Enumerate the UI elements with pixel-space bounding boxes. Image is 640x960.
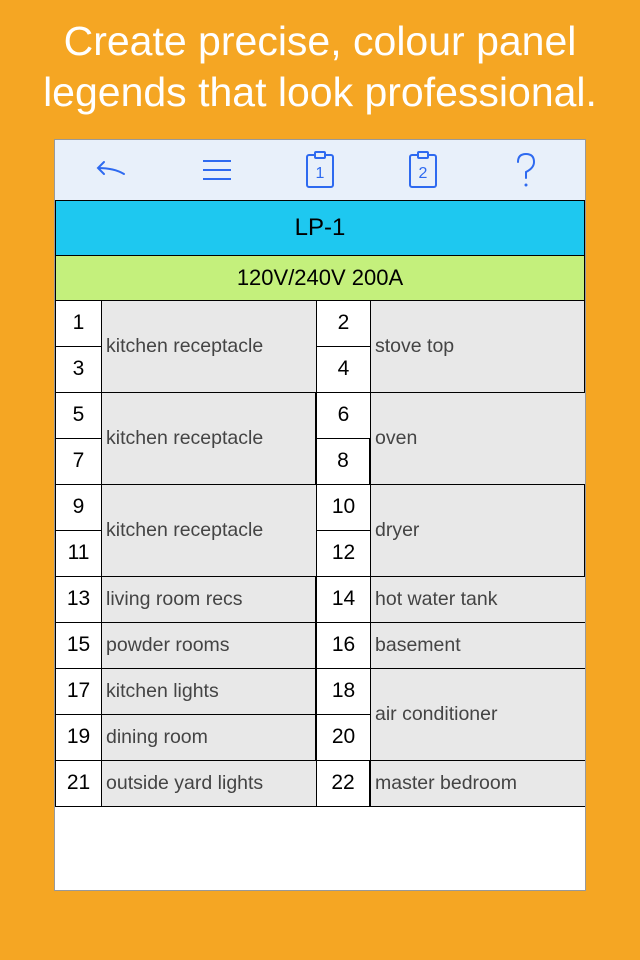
hero-text: Create precise, colour panel legends tha… (0, 0, 640, 139)
template-2-button[interactable]: 2 (393, 146, 453, 194)
circuit-number[interactable]: 2 (316, 301, 370, 347)
circuit-number[interactable]: 1 (55, 301, 101, 347)
back-button[interactable] (84, 146, 144, 194)
circuit-number[interactable]: 10 (316, 485, 370, 531)
circuit-number[interactable]: 20 (316, 715, 370, 761)
menu-button[interactable] (187, 146, 247, 194)
circuit-grid: 1kitchen receptacle2stove top345kitchen … (55, 301, 585, 807)
app-frame: 1 2 LP-1 120V/240V 200A 1kitchen recepta… (54, 139, 586, 891)
circuit-number[interactable]: 17 (55, 669, 101, 715)
circuit-label[interactable]: living room recs (101, 577, 316, 623)
circuit-number[interactable]: 9 (55, 485, 101, 531)
circuit-label[interactable]: powder rooms (101, 623, 316, 669)
circuit-label[interactable]: master bedroom (370, 761, 585, 807)
circuit-number[interactable]: 15 (55, 623, 101, 669)
menu-icon (201, 157, 233, 183)
panel-title[interactable]: LP-1 (55, 200, 585, 256)
circuit-number[interactable]: 19 (55, 715, 101, 761)
circuit-label[interactable]: dining room (101, 715, 316, 761)
circuit-label[interactable]: hot water tank (370, 577, 585, 623)
svg-text:1: 1 (316, 165, 325, 182)
toolbar: 1 2 (55, 140, 585, 200)
help-icon (514, 152, 538, 188)
circuit-label[interactable]: dryer (370, 485, 585, 577)
circuit-label[interactable]: kitchen lights (101, 669, 316, 715)
panel-spec[interactable]: 120V/240V 200A (55, 256, 585, 301)
circuit-label[interactable]: oven (370, 393, 585, 485)
circuit-number[interactable]: 16 (316, 623, 370, 669)
circuit-number[interactable]: 13 (55, 577, 101, 623)
circuit-number[interactable]: 18 (316, 669, 370, 715)
circuit-number[interactable]: 3 (55, 347, 101, 393)
circuit-number[interactable]: 8 (316, 439, 370, 485)
circuit-number[interactable]: 21 (55, 761, 101, 807)
back-icon (96, 156, 132, 184)
circuit-number[interactable]: 6 (316, 393, 370, 439)
circuit-number[interactable]: 11 (55, 531, 101, 577)
help-button[interactable] (496, 146, 556, 194)
clipboard-2-icon: 2 (408, 151, 438, 189)
circuit-label[interactable]: stove top (370, 301, 585, 393)
circuit-number[interactable]: 12 (316, 531, 370, 577)
circuit-number[interactable]: 4 (316, 347, 370, 393)
clipboard-1-icon: 1 (305, 151, 335, 189)
circuit-label[interactable]: kitchen receptacle (101, 301, 316, 393)
circuit-number[interactable]: 22 (316, 761, 370, 807)
circuit-number[interactable]: 7 (55, 439, 101, 485)
circuit-label[interactable]: basement (370, 623, 585, 669)
template-1-button[interactable]: 1 (290, 146, 350, 194)
circuit-label[interactable]: outside yard lights (101, 761, 316, 807)
circuit-number[interactable]: 5 (55, 393, 101, 439)
circuit-number[interactable]: 14 (316, 577, 370, 623)
circuit-label[interactable]: kitchen receptacle (101, 393, 316, 485)
circuit-label[interactable]: air conditioner (370, 669, 585, 761)
svg-text:2: 2 (418, 165, 427, 182)
circuit-label[interactable]: kitchen receptacle (101, 485, 316, 577)
